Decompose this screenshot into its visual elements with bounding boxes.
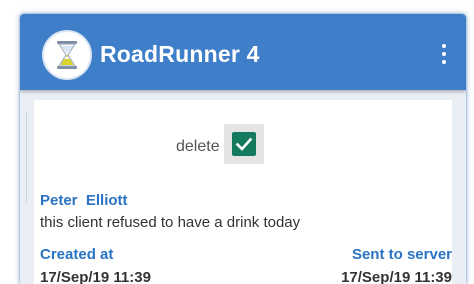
more-vertical-icon[interactable] bbox=[436, 42, 452, 66]
created-at-label: Created at bbox=[40, 246, 114, 263]
check-icon bbox=[235, 137, 253, 151]
side-edge bbox=[20, 112, 27, 202]
sent-to-server-value: 17/Sep/19 11:39 bbox=[341, 269, 452, 284]
delete-label: delete bbox=[176, 138, 220, 155]
app-bar: RoadRunner 4 bbox=[20, 14, 466, 90]
client-name: Peter Elliott bbox=[40, 192, 128, 209]
delete-checkbox-highlight bbox=[224, 124, 264, 164]
screenshot-frame: RoadRunner 4 delete Peter Elliott this c… bbox=[0, 0, 474, 284]
created-at-value: 17/Sep/19 11:39 bbox=[40, 269, 151, 284]
record-card: delete Peter Elliott this client refused… bbox=[34, 100, 452, 284]
app-window: RoadRunner 4 delete Peter Elliott this c… bbox=[20, 14, 466, 284]
sent-to-server-label: Sent to server bbox=[351, 246, 452, 263]
app-title: RoadRunner 4 bbox=[100, 41, 260, 67]
hourglass-icon bbox=[44, 32, 90, 78]
client-note: this client refused to have a drink toda… bbox=[40, 214, 301, 231]
delete-checkbox[interactable] bbox=[232, 132, 256, 156]
